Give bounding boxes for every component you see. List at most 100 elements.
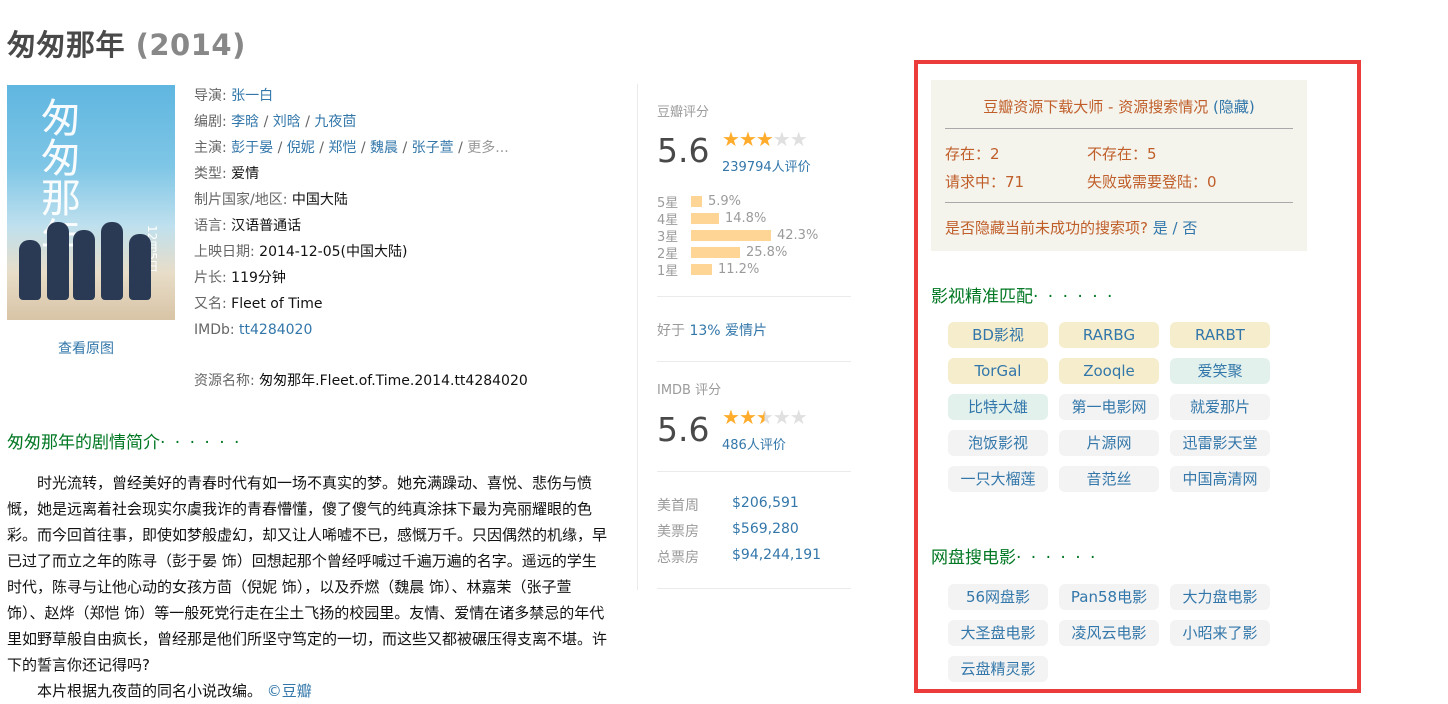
star-icon: ★ [772,405,791,429]
genre-value: 爱情 [231,166,260,182]
rating-bar-row: 2星 25.8% [657,244,818,262]
hide-no-link[interactable]: 否 [1182,219,1197,237]
resource-site-tag[interactable]: 音范丝 [1059,466,1159,492]
star-icon: ★ [738,127,757,151]
cast-link[interactable]: 魏晨 [370,140,398,156]
summary-heading: 匆匆那年的剧情简介· · · · · · [7,433,242,453]
divider [945,128,1293,129]
resource-site-tag[interactable]: 泡饭影视 [948,430,1048,456]
resource-site-tag[interactable]: 大圣盘电影 [948,620,1048,646]
opening-box-office: 美首周 $206,591 [657,495,799,514]
resource-name: 资源名称: 匆匆那年.Fleet.of.Time.2014.tt4284020 [194,373,528,389]
douban-rating-count-link[interactable]: 239794人评价 [722,156,811,175]
resource-site-tag[interactable]: 就爱那片 [1170,394,1270,420]
resource-site-tag[interactable]: 爱笑聚 [1170,358,1270,384]
resource-site-tag[interactable]: 片源网 [1059,430,1159,456]
column-divider [637,84,638,590]
douban-rating-label: 豆瓣评分 [657,105,710,120]
star-icon: ★ [789,405,808,429]
writer-link[interactable]: 李晗 [231,114,259,130]
divider [945,202,1293,203]
cast-more-link[interactable]: 更多... [467,140,508,156]
release-value: 2014-12-05(中国大陆) [259,244,408,260]
failed-count: 失败或需要登陆：0 [1087,173,1217,191]
imdb-stars-icon: ★★★★★ [722,405,808,429]
view-original-poster-link[interactable]: 查看原图 [58,338,114,358]
resource-site-tag[interactable]: Pan58电影 [1059,584,1159,610]
better-than: 好于 13% 爱情片 [657,323,768,339]
poster-figure [47,222,69,300]
hide-panel-link[interactable]: (隐藏) [1213,98,1255,116]
runtime-value: 119分钟 [231,270,286,286]
hide-yes-link[interactable]: 是 [1153,219,1168,237]
precise-match-heading: 影视精准匹配· · · · · · [931,287,1115,307]
rating-bar [691,196,702,207]
resource-site-tag[interactable]: 大力盘电影 [1170,584,1270,610]
exist-count: 存在：2 [945,145,1000,163]
language-value: 汉语普通话 [231,218,302,234]
resource-site-tag[interactable]: RARBT [1170,322,1270,348]
rating-bar-pct: 25.8% [746,245,788,260]
resource-site-tag[interactable]: 云盘精灵影 [948,656,1048,682]
douban-score: 5.6 [657,131,710,170]
resource-site-tag[interactable]: 中国高清网 [1170,466,1270,492]
resource-site-tag[interactable]: BD影视 [948,322,1048,348]
rating-bar [691,230,771,241]
better-than-link[interactable]: 13% 爱情片 [689,323,767,339]
cast-link[interactable]: 郑恺 [328,140,356,156]
poster-figure [19,240,41,300]
divider [657,588,851,589]
imdb-rating-count-link[interactable]: 486人评价 [722,434,786,453]
poster-figure [73,230,95,300]
resource-site-tag[interactable]: Zooqle [1059,358,1159,384]
rating-bar-star-label: 1星 [657,264,679,279]
writer-link[interactable]: 刘晗 [273,114,301,130]
cast-link[interactable]: 倪妮 [287,140,315,156]
divider [657,471,851,472]
hide-failed-question: 是否隐藏当前未成功的搜索项? 是 / 否 [945,219,1198,237]
resource-site-tag[interactable]: 56网盘影 [948,584,1048,610]
resource-site-tag[interactable]: RARBG [1059,322,1159,348]
poster-figure [101,222,123,300]
poster-figure [129,234,151,300]
resource-site-tag[interactable]: 凌风云电影 [1059,620,1159,646]
rating-bar-pct: 42.3% [777,228,819,243]
country-value: 中国大陆 [291,192,348,208]
not-exist-count: 不存在：5 [1087,145,1157,163]
resource-site-tag[interactable]: 第一电影网 [1059,394,1159,420]
aka-value: Fleet of Time [231,296,323,312]
movie-year: (2014) [135,28,246,62]
plugin-title: 豆瓣资源下载大师 - 资源搜索情况 (隐藏) [983,98,1255,116]
rating-bar-pct: 5.9% [708,194,742,209]
divider [657,296,851,297]
resource-site-tag[interactable]: TorGal [948,358,1048,384]
requesting-count: 请求中：71 [945,173,1025,191]
douban-copyright-link[interactable]: ©豆瓣 [267,682,312,700]
star-icon: ★ [755,405,774,429]
rating-bar-pct: 14.8% [725,211,767,226]
resource-site-tag[interactable]: 比特大雄 [948,394,1048,420]
cast-link[interactable]: 张子萱 [412,140,454,156]
rating-bar [691,264,712,275]
movie-title: 匆匆那年 (2014) [7,28,246,62]
star-icon: ★ [789,127,808,151]
resource-site-tag[interactable]: 小昭来了影 [1170,620,1270,646]
netdisk-heading: 网盘搜电影· · · · · · [931,548,1098,568]
imdb-link[interactable]: tt4284020 [239,322,312,338]
star-icon: ★ [738,405,757,429]
star-icon: ★ [772,127,791,151]
divider [657,361,851,362]
rating-bar [691,213,719,224]
rating-distribution: 5星 5.9% 4星 14.8% 3星 42.3% 2星 25.8% 1星 11.2% [657,193,819,279]
us-box-office: 美票房 $569,280 [657,521,799,540]
writer-link[interactable]: 九夜茴 [314,114,356,130]
cast-link[interactable]: 彭于晏 [231,140,273,156]
rating-bar-row: 4星 14.8% [657,210,818,228]
star-icon: ★ [755,127,774,151]
summary-text: 时光流转，曾经美好的青春时代有如一场不真实的梦。她充满躁动、喜悦、悲伤与愤慨，她… [7,474,608,700]
resource-site-tag[interactable]: 一只大榴莲 [948,466,1048,492]
resource-site-tag[interactable]: 迅雷影天堂 [1170,430,1270,456]
star-icon: ★ [722,405,740,429]
poster-image[interactable]: 匆匆那年 12月5日 [7,85,175,320]
director-link[interactable]: 张一白 [231,88,273,104]
